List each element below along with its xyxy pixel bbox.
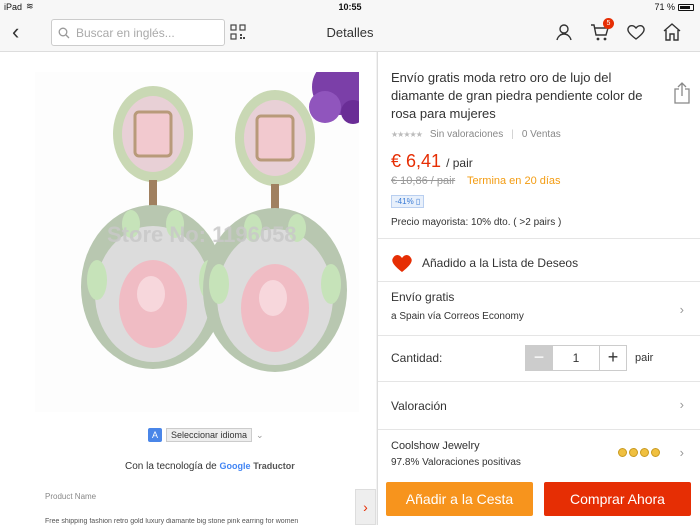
clock: 10:55	[338, 2, 362, 12]
original-price: € 10,86 / pair	[391, 175, 456, 187]
google-translate-icon: A	[148, 428, 162, 442]
divider	[378, 381, 700, 382]
seller-medals	[618, 448, 660, 457]
current-price: € 6,41 / pair	[391, 151, 473, 172]
page-title: Detalles	[326, 25, 374, 40]
add-to-cart-button[interactable]: Añadir a la Cesta	[386, 482, 533, 516]
valuation-label: Valoración	[391, 399, 447, 413]
store-watermark: Store No: 1196058	[107, 222, 297, 247]
quantity-value[interactable]: 1	[552, 346, 600, 370]
chevron-right-icon: ›	[679, 397, 684, 412]
google-logo: Google	[219, 461, 251, 471]
buy-now-button[interactable]: Comprar Ahora	[544, 482, 691, 516]
wishlist-label: Añadido a la Lista de Deseos	[422, 256, 579, 270]
powered-by-text: Con la tecnología de	[125, 461, 217, 472]
product-details: Envío gratis moda retro oro de lujo del …	[377, 52, 700, 525]
search-input[interactable]	[76, 25, 216, 40]
medal-icon	[651, 448, 660, 457]
quantity-stepper: − 1 +	[525, 345, 627, 371]
product-title: Envío gratis moda retro oro de lujo del …	[391, 70, 643, 121]
back-chevron-icon[interactable]: ‹	[12, 21, 19, 43]
search-icon	[58, 27, 70, 38]
quantity-unit: pair	[635, 352, 654, 364]
wholesale-price: Precio mayorista: 10% dto. ( >2 pairs )	[391, 217, 562, 228]
rating-text: Sin valoraciones	[429, 129, 504, 140]
seller-feedback: 97.8% Valoraciones positivas	[391, 457, 521, 468]
divider	[378, 281, 700, 282]
shipping-title: Envío gratis	[391, 290, 455, 304]
discount-badge: -41% ▯	[391, 195, 425, 208]
orders-count: 0 Ventas	[521, 129, 561, 140]
heart-icon[interactable]	[626, 22, 646, 42]
qr-scan-icon[interactable]	[230, 24, 246, 40]
divider	[378, 335, 700, 336]
mobile-icon: ▯	[415, 197, 421, 206]
product-gallery: Store No: 1196058 A Seleccionar idioma ⌄…	[0, 52, 376, 525]
price-value: € 6,41	[391, 151, 442, 171]
share-icon[interactable]	[674, 82, 690, 104]
wishlist-row[interactable]: Añadido a la Lista de Deseos	[391, 253, 578, 273]
promo-ends: Termina en 20 días	[467, 175, 561, 187]
cart-button[interactable]: 5	[590, 18, 614, 42]
cart-count-badge: 5	[603, 18, 614, 29]
battery-icon	[678, 3, 694, 11]
battery-percent: 71 %	[654, 2, 675, 12]
user-icon[interactable]	[554, 22, 574, 42]
star-rating-icon: ★★★★★	[391, 130, 423, 139]
heart-filled-icon	[392, 255, 412, 272]
chevron-right-icon[interactable]: ›	[355, 489, 376, 525]
select-language-button[interactable]: Seleccionar idioma	[166, 428, 253, 442]
medal-icon	[629, 448, 638, 457]
product-name-text: Free shipping fashion retro gold luxury …	[45, 518, 299, 525]
powered-by-google: Con la tecnología de Google Traductor	[125, 461, 295, 472]
divider	[378, 238, 700, 239]
increase-quantity-button[interactable]: +	[600, 346, 626, 370]
chevron-right-icon: ›	[679, 445, 684, 460]
product-image[interactable]: Store No: 1196058	[35, 72, 359, 412]
battery-indicator: 71 %	[654, 2, 694, 12]
chevron-right-icon: ›	[679, 302, 684, 317]
medal-icon	[618, 448, 627, 457]
translator-label: Traductor	[253, 461, 295, 471]
seller-name: Coolshow Jewelry	[391, 440, 480, 452]
chevron-down-icon: ⌄	[256, 429, 264, 440]
status-bar: iPad ≋ 10:55 71 %	[0, 0, 700, 14]
medal-icon	[640, 448, 649, 457]
discount-value: -41%	[395, 197, 414, 206]
nav-actions: 5	[554, 18, 682, 42]
rating-row: ★★★★★ Sin valoraciones | 0 Ventas	[391, 129, 561, 140]
translate-widget[interactable]: A Seleccionar idioma ⌄	[148, 428, 264, 442]
divider	[378, 429, 700, 430]
search-box[interactable]	[51, 19, 225, 46]
nav-bar: ‹ Detalles 5	[0, 14, 700, 52]
price-unit: / pair	[446, 156, 473, 170]
product-name-label: Product Name	[45, 492, 97, 501]
decrease-quantity-button[interactable]: −	[526, 346, 552, 370]
home-icon[interactable]	[662, 22, 682, 42]
divider: |	[511, 129, 514, 140]
shipping-subtitle: a Spain vía Correos Economy	[391, 311, 524, 322]
quantity-label: Cantidad:	[391, 351, 443, 365]
